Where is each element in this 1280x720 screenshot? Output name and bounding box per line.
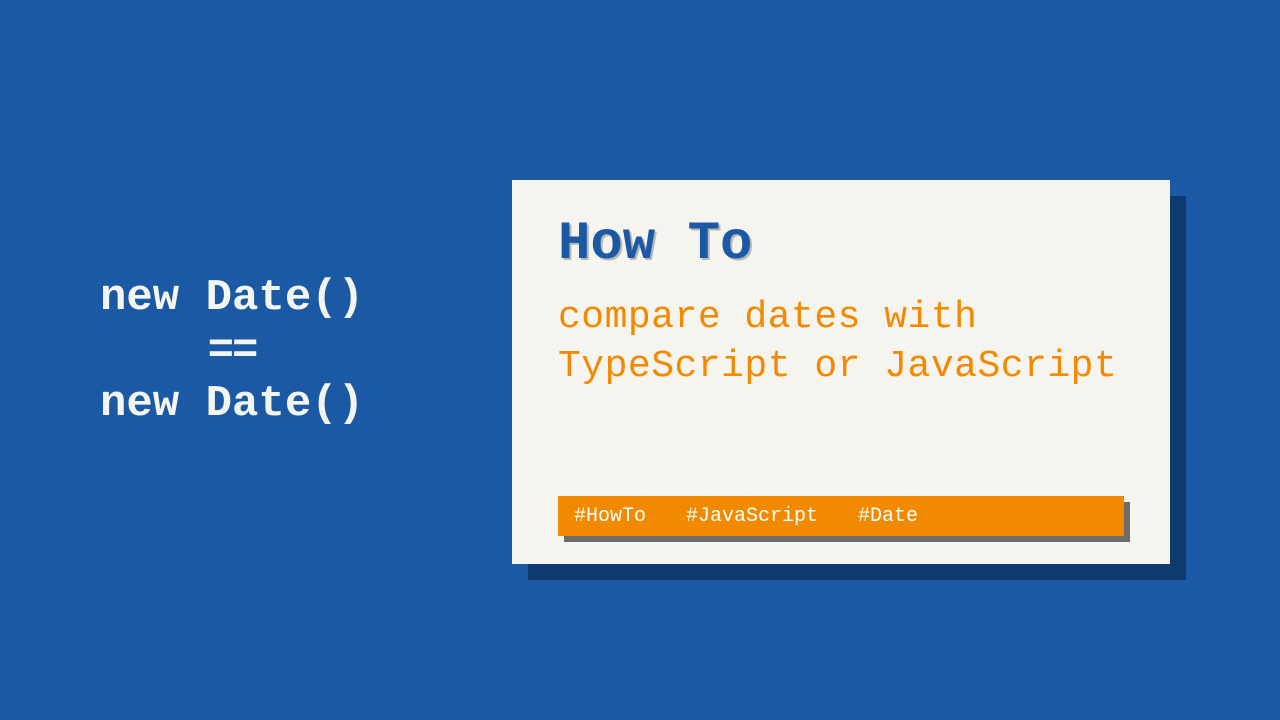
- tag-bar: #HowTo #JavaScript #Date: [558, 496, 1124, 536]
- code-line-2: new Date(): [100, 376, 364, 433]
- code-snippet: new Date() == new Date(): [100, 270, 364, 433]
- code-line-1: new Date(): [100, 270, 364, 327]
- tag-javascript: #JavaScript: [686, 505, 818, 528]
- card-heading: How To: [558, 214, 1134, 275]
- tag-howto: #HowTo: [574, 505, 646, 528]
- equals-operator: ==: [100, 327, 364, 375]
- card-subtitle: compare dates with TypeScript or JavaScr…: [558, 293, 1134, 392]
- tag-date: #Date: [858, 505, 918, 528]
- title-card: How To compare dates with TypeScript or …: [512, 180, 1170, 564]
